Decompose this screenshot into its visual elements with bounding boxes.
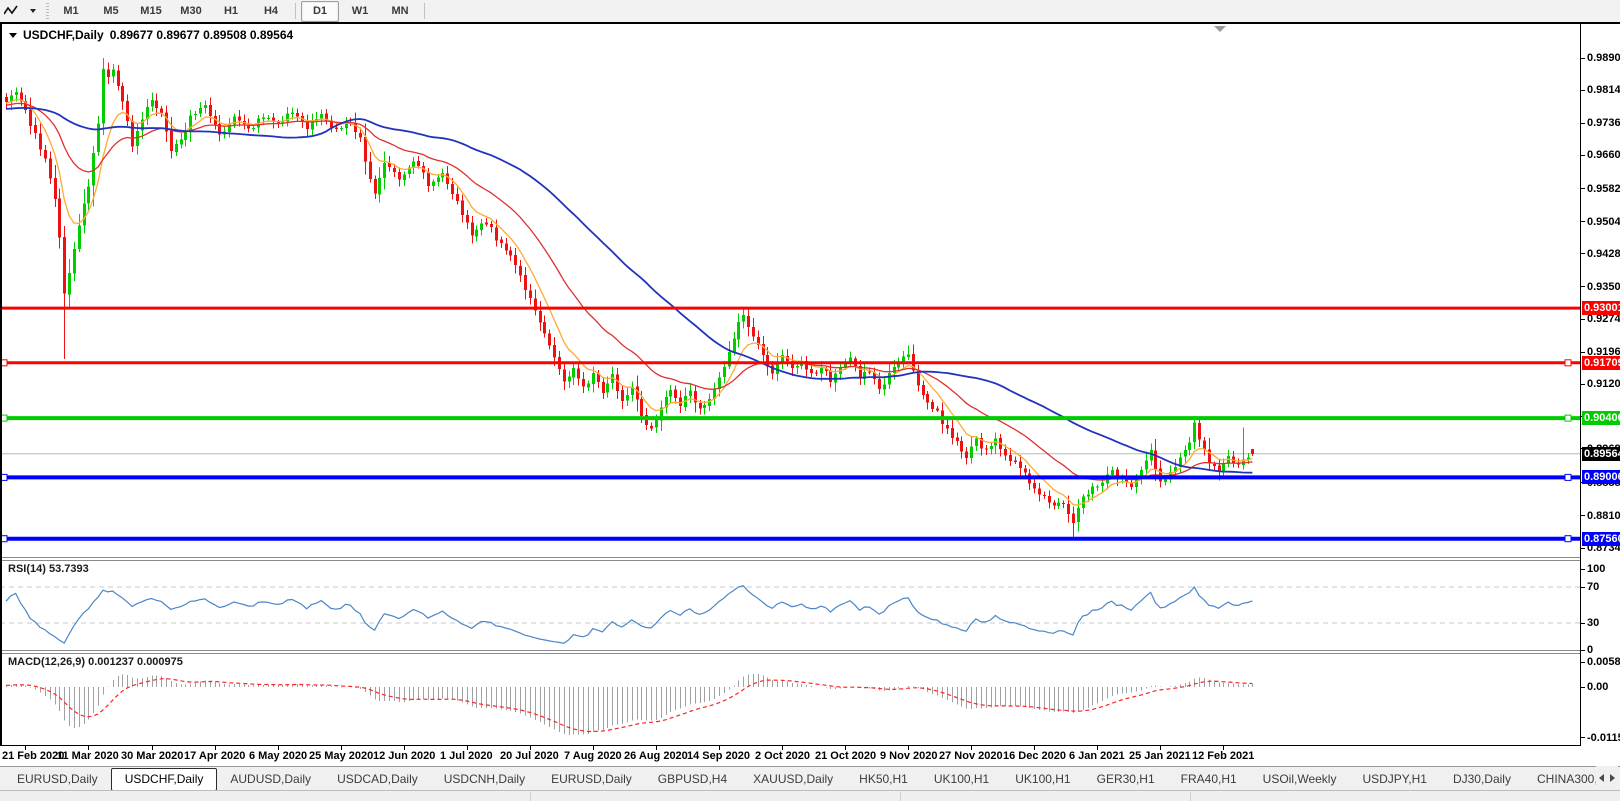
price-axis-tick: 0.88100 [1581, 509, 1620, 523]
time-axis-date: 6 May 2020 [249, 750, 307, 762]
chart-tab-bar: EURUSD,DailyUSDCHF,DailyAUDUSD,DailyUSDC… [0, 766, 1620, 791]
chevron-down-icon [30, 9, 36, 13]
timeframe-button-m30[interactable]: M30 [172, 1, 210, 22]
toolbar-grip [46, 3, 49, 19]
tab-usdchf-daily[interactable]: USDCHF,Daily [111, 768, 218, 791]
tab-usdjpy-h1[interactable]: USDJPY,H1 [1349, 769, 1439, 789]
time-axis-date: 20 Jul 2020 [500, 750, 559, 762]
tab-ger30-h1[interactable]: GER30,H1 [1084, 769, 1168, 789]
tab-usdcad-daily[interactable]: USDCAD,Daily [324, 769, 431, 789]
tab-usdcnh-daily[interactable]: USDCNH,Daily [431, 769, 538, 789]
chart-ohlc-values: 0.89677 0.89677 0.89508 0.89564 [110, 28, 294, 42]
time-axis-date: 30 Mar 2020 [121, 750, 183, 762]
time-axis-date: 12 Jun 2020 [373, 750, 435, 762]
tab-eurusd-daily[interactable]: EURUSD,Daily [538, 769, 645, 789]
price-axis-tick: 0.94280 [1581, 247, 1620, 261]
price-axis-tick: 0.95820 [1581, 182, 1620, 196]
rsi-axis-tick: 70 [1581, 580, 1599, 594]
price-axis-tick: 0.96600 [1581, 148, 1620, 162]
time-axis-date: 6 Jan 2021 [1069, 750, 1125, 762]
time-axis[interactable]: 21 Feb 202011 Mar 202030 Mar 202017 Apr … [0, 746, 1620, 766]
tab-scroll-buttons [1596, 766, 1618, 790]
price-axis-tick: 0.97360 [1581, 116, 1620, 130]
chart-tool-dropdown-button[interactable] [22, 1, 44, 21]
time-axis-date: 9 Nov 2020 [880, 750, 937, 762]
time-axis-date: 25 Jan 2021 [1129, 750, 1191, 762]
time-axis-date: 27 Nov 2020 [939, 750, 1003, 762]
hline-price-label: 0.90406 [1582, 411, 1620, 425]
time-axis-date: 25 May 2020 [309, 750, 373, 762]
collapse-triangle-icon[interactable] [9, 33, 17, 38]
tab-uk100-h1[interactable]: UK100,H1 [921, 769, 1002, 789]
hline-price-label: 0.89006 [1582, 470, 1620, 484]
timeframe-button-m1[interactable]: M1 [52, 1, 90, 22]
bid-price-label: 0.89564 [1582, 447, 1620, 461]
timeframe-button-m15[interactable]: M15 [132, 1, 170, 22]
time-axis-date: 21 Oct 2020 [815, 750, 876, 762]
tab-audusd-daily[interactable]: AUDUSD,Daily [217, 769, 324, 789]
price-axis-tick: 0.98140 [1581, 83, 1620, 97]
tab-eurusd-daily[interactable]: EURUSD,Daily [4, 769, 111, 789]
tab-gbpusd-h4[interactable]: GBPUSD,H4 [645, 769, 740, 789]
chart-shift-marker-icon[interactable] [1214, 26, 1226, 32]
rsi-axis-tick: 100 [1581, 562, 1605, 576]
macd-axis-tick: -0.011514 [1581, 731, 1620, 745]
time-axis-date: 11 Mar 2020 [57, 750, 119, 762]
hline-price-label: 0.91709 [1582, 356, 1620, 370]
price-axis[interactable]: 0.98900 0.98140 0.97360 0.96600 0.95820 0.950… [1580, 24, 1620, 746]
time-axis-date: 17 Apr 2020 [184, 750, 245, 762]
tab-scroll-left-icon[interactable] [1599, 774, 1604, 782]
timeframe-button-h4[interactable]: H4 [252, 1, 290, 22]
rsi-indicator-label: RSI(14) 53.7393 [8, 563, 89, 575]
price-axis-tick: 0.93500 [1581, 280, 1620, 294]
time-axis-date: 21 Feb 2020 [2, 750, 64, 762]
price-axis-tick: 0.98900 [1581, 51, 1620, 65]
timeframe-button-d1[interactable]: D1 [301, 1, 339, 22]
chart-tool-icon[interactable] [0, 1, 22, 21]
chart-symbol-title: USDCHF,Daily [23, 28, 104, 42]
macd-axis-tick: 0.005818 [1581, 655, 1620, 669]
timeframe-button-h1[interactable]: H1 [212, 1, 250, 22]
time-axis-date: 16 Dec 2020 [1003, 750, 1066, 762]
status-bar [0, 790, 1620, 801]
timeframe-button-w1[interactable]: W1 [341, 1, 379, 22]
macd-indicator-label: MACD(12,26,9) 0.001237 0.000975 [8, 656, 183, 668]
price-axis-tick: 0.95040 [1581, 215, 1620, 229]
hline-price-label: 0.93001 [1582, 301, 1620, 315]
tab-scroll-right-icon[interactable] [1610, 774, 1615, 782]
time-axis-date: 7 Aug 2020 [564, 750, 622, 762]
toolbar-separator [424, 3, 425, 19]
time-axis-date: 12 Feb 2021 [1192, 750, 1254, 762]
price-axis-tick: 0.91200 [1581, 377, 1620, 391]
chart-window-title: USDCHF,Daily 0.89677 0.89677 0.89508 0.8… [6, 28, 296, 42]
tab-xauusd-daily[interactable]: XAUUSD,Daily [740, 769, 846, 789]
timeframe-button-mn[interactable]: MN [381, 1, 419, 22]
rsi-axis-tick: 30 [1581, 616, 1599, 630]
tab-hk50-h1[interactable]: HK50,H1 [846, 769, 921, 789]
timeframe-button-m5[interactable]: M5 [92, 1, 130, 22]
time-axis-date: 14 Sep 2020 [687, 750, 750, 762]
toolbar-separator [295, 3, 296, 19]
time-axis-date: 1 Jul 2020 [440, 750, 493, 762]
macd-axis-tick: 0.00 [1581, 680, 1608, 694]
hline-price-label: 0.87560 [1582, 532, 1620, 546]
tab-dj30-daily[interactable]: DJ30,Daily [1440, 769, 1524, 789]
time-axis-date: 26 Aug 2020 [624, 750, 688, 762]
tab-usoil-weekly[interactable]: USOil,Weekly [1250, 769, 1350, 789]
time-axis-date: 2 Oct 2020 [755, 750, 810, 762]
tab-fra40-h1[interactable]: FRA40,H1 [1168, 769, 1250, 789]
price-chart[interactable] [0, 24, 1580, 746]
tab-uk100-h1[interactable]: UK100,H1 [1002, 769, 1083, 789]
top-toolbar: M1M5M15M30H1H4 D1W1MN [0, 0, 1620, 23]
